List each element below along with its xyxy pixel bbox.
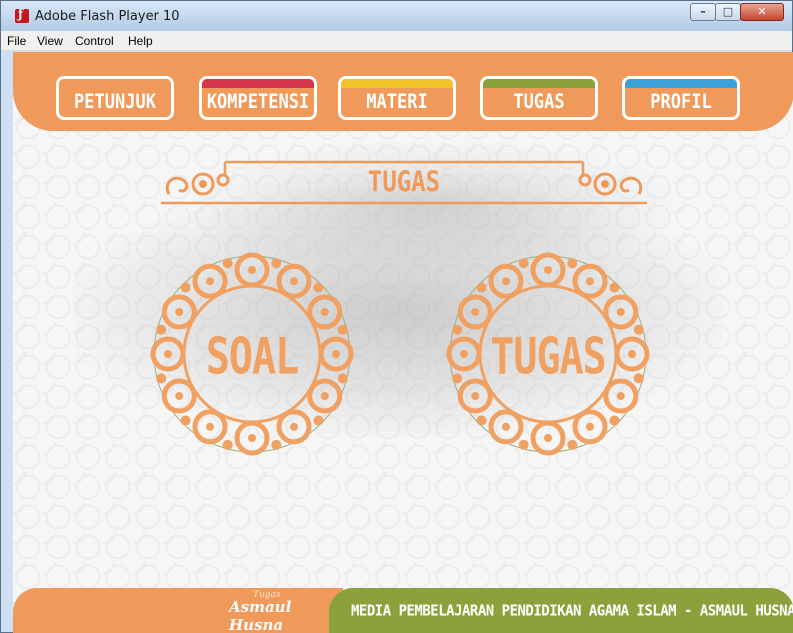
flash-player-window: Adobe Flash Player 10 – □ ✕ File View Co…	[0, 0, 793, 633]
menu-control[interactable]: Control	[75, 34, 114, 48]
maximize-button[interactable]: □	[715, 3, 741, 21]
tugas-option-label: TUGAS	[490, 328, 606, 386]
nav-kompetensi-button[interactable]: KOMPETENSI	[199, 76, 317, 120]
nav-label: MATERI	[366, 90, 428, 114]
nav-accent-strip	[625, 79, 737, 88]
nav-label: KOMPETENSI	[206, 90, 310, 114]
footer-left-panel: Tugas Asmaul Husna	[13, 588, 343, 633]
menu-help[interactable]: Help	[128, 34, 153, 48]
minimize-button[interactable]: –	[690, 3, 716, 21]
nav-label: TUGAS	[513, 90, 565, 114]
title-bar[interactable]: Adobe Flash Player 10 – □ ✕	[1, 1, 792, 31]
heading-title: TUGAS	[367, 165, 441, 199]
nav-accent-strip	[483, 79, 595, 88]
section-heading: TUGAS	[159, 154, 649, 208]
flash-player-icon	[15, 7, 29, 23]
nav-profil-button[interactable]: PROFIL	[622, 76, 740, 120]
window-controls: – □ ✕	[690, 3, 784, 21]
nav-label: PROFIL	[650, 90, 712, 114]
menu-bar: File View Control Help	[1, 31, 792, 51]
nav-accent-strip	[59, 79, 171, 88]
close-button[interactable]: ✕	[740, 3, 784, 21]
nav-petunjuk-button[interactable]: PETUNJUK	[56, 76, 174, 120]
nav-accent-strip	[341, 79, 453, 88]
tugas-option-button[interactable]: TUGAS	[445, 251, 651, 457]
soal-label: SOAL	[205, 328, 299, 386]
menu-file[interactable]: File	[7, 34, 26, 48]
asmaul-husna-logo: Asmaul Husna	[229, 598, 292, 633]
nav-accent-strip	[202, 79, 314, 88]
nav-label: PETUNJUK	[74, 90, 156, 114]
minimize-icon: –	[700, 5, 706, 18]
footer: Tugas Asmaul Husna MEDIA PEMBELAJARAN PE…	[13, 588, 793, 633]
menu-view[interactable]: View	[37, 34, 63, 48]
top-navigation: PETUNJUK KOMPETENSI MATERI TUGAS PROFIL	[13, 52, 793, 131]
window-title: Adobe Flash Player 10	[35, 9, 180, 24]
nav-tugas-button[interactable]: TUGAS	[480, 76, 598, 120]
maximize-icon: □	[722, 5, 734, 18]
footer-title: MEDIA PEMBELAJARAN PENDIDIKAN AGAMA ISLA…	[351, 602, 793, 620]
close-icon: ✕	[757, 5, 767, 18]
flash-stage: PETUNJUK KOMPETENSI MATERI TUGAS PROFIL	[13, 52, 793, 633]
nav-materi-button[interactable]: MATERI	[338, 76, 456, 120]
soal-button[interactable]: SOAL	[149, 251, 355, 457]
